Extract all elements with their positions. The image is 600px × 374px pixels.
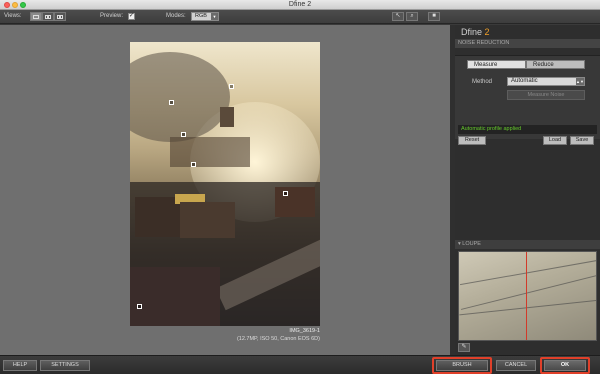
image-preview-area[interactable]: IMG_3619-1 (12.7MP, ISO 50, Canon EOS 6D… [0,25,450,355]
help-button[interactable]: HELP [3,360,37,371]
preview-image[interactable] [130,42,320,326]
chevron-down-icon: ▲▼ [576,78,584,85]
mode-select-value: RGB [195,13,207,19]
method-select-value: Automatic [511,78,538,84]
modes-label: Modes: [166,13,186,19]
control-panel: Dfine 2 NOISE REDUCTION Measure Reduce M… [455,25,600,355]
section-header-noise-reduction[interactable]: NOISE REDUCTION [455,39,600,48]
loupe-split-line [526,252,527,340]
control-point-marker[interactable] [137,304,142,309]
control-point-marker[interactable] [283,191,288,196]
ok-button[interactable]: OK [544,360,586,371]
measure-noise-button[interactable]: Measure Noise [507,90,585,100]
control-point-marker[interactable] [191,162,196,167]
control-point-marker[interactable] [169,100,174,105]
window-title: Dfine 2 [288,1,312,8]
control-point-marker[interactable] [181,132,186,137]
chevron-down-icon: ▼ [211,13,218,20]
toolbar: Views: Preview: ✓ Modes: RGB ▼ ↖ ⌕ ■ [0,10,600,24]
window-titlebar: Dfine 2 [0,0,600,10]
brush-button[interactable]: BRUSH [436,360,488,371]
triangle-down-icon: ▾ [458,241,461,247]
measure-reduce-tabs: Measure Reduce [467,60,585,69]
image-name: IMG_3619-1 [289,328,320,334]
method-select[interactable]: Automatic ▲▼ [507,77,585,86]
loupe-title: LOUPE [462,241,481,247]
product-logo: Dfine 2 [461,27,490,37]
single-view-icon[interactable] [30,12,42,21]
preview-checkbox[interactable]: ✓ [128,13,135,20]
method-label: Method [472,79,493,85]
image-info: (12.7MP, ISO 50, Canon EOS 6D) [236,336,320,342]
tab-reduce[interactable]: Reduce [526,60,585,69]
control-point-marker[interactable] [229,84,234,89]
preview-label: Preview: [100,13,124,19]
tab-measure[interactable]: Measure [467,60,526,69]
loupe-pin-icon[interactable]: ✎ [458,343,470,352]
split-view-icon[interactable] [42,12,54,21]
view-mode-buttons [30,12,66,21]
settings-button[interactable]: SETTINGS [40,360,90,371]
mode-select[interactable]: RGB ▼ [191,12,219,21]
background-color-icon[interactable]: ■ [428,12,440,21]
reset-button[interactable]: Reset [458,136,486,145]
save-button[interactable]: Save [570,136,594,145]
bottom-bar: HELP SETTINGS BRUSH CANCEL OK [0,355,600,374]
loupe-header[interactable]: ▾ LOUPE [455,240,600,249]
zoom-tool-icon[interactable]: ⌕ [406,12,418,21]
status-message: Automatic profile applied [458,125,597,134]
views-label: Views: [4,13,22,19]
hand-tool-icon[interactable]: ↖ [392,12,404,21]
side-by-side-view-icon[interactable] [54,12,66,21]
loupe-view[interactable] [458,251,597,341]
cancel-button[interactable]: CANCEL [496,360,536,371]
load-button[interactable]: Load [543,136,567,145]
